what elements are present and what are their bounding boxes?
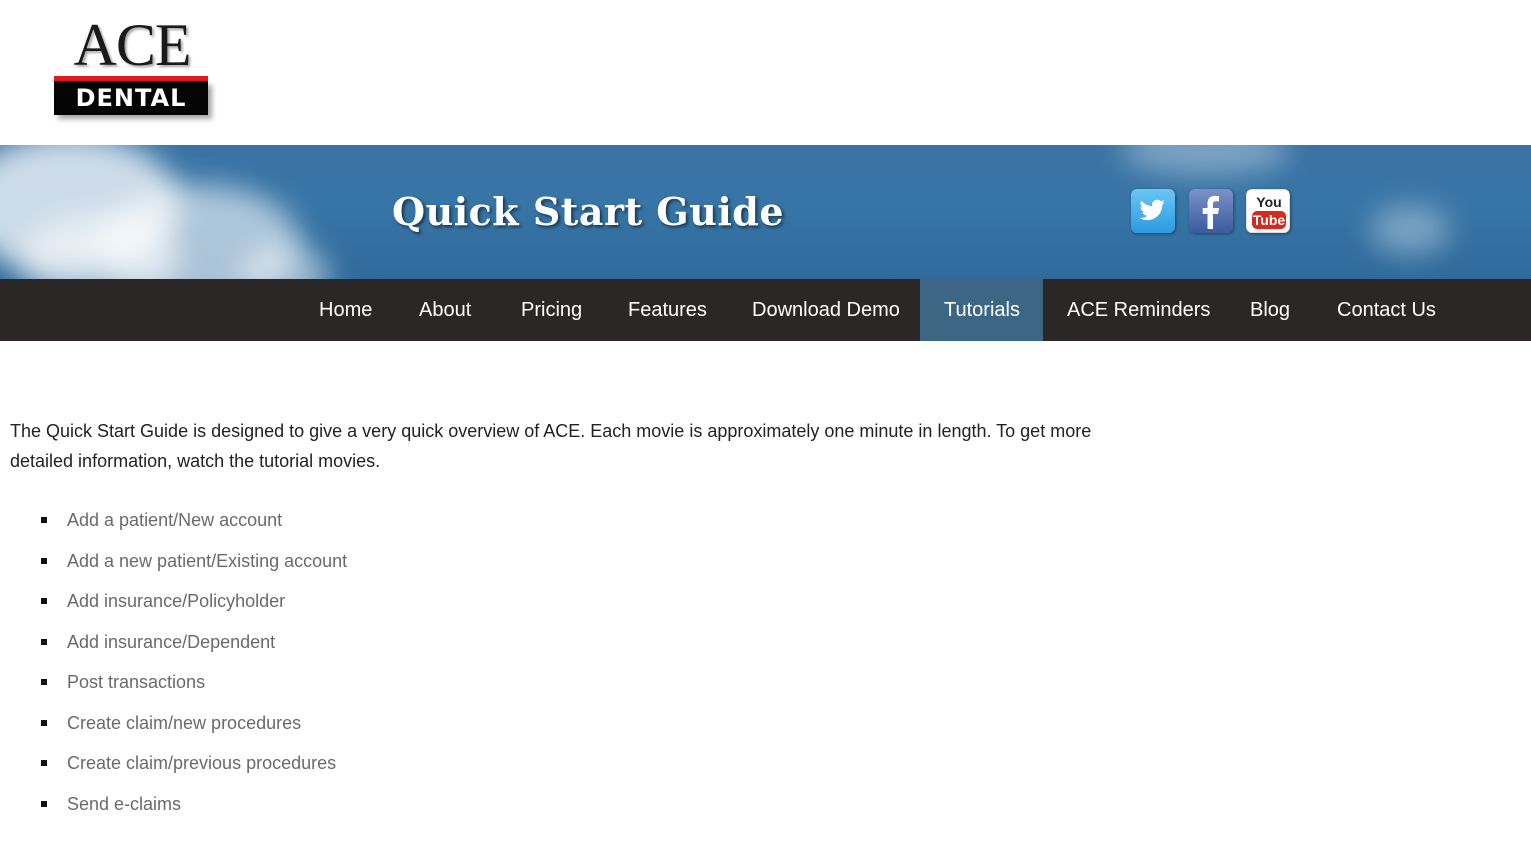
page-title: Quick Start Guide [392, 189, 785, 234]
nav-item-blog[interactable]: Blog [1226, 279, 1314, 341]
bullet-icon [41, 517, 47, 523]
list-item: Add a patient/New account [10, 506, 1110, 547]
guide-link-add-patient-new-account[interactable]: Add a patient/New account [67, 510, 282, 530]
facebook-link[interactable] [1189, 189, 1233, 233]
list-item: Send e-claims [10, 790, 1110, 831]
twitter-link[interactable] [1131, 189, 1175, 233]
bullet-icon [41, 598, 47, 604]
guide-link-post-transactions[interactable]: Post transactions [67, 672, 205, 692]
twitter-icon [1139, 199, 1165, 221]
bullet-icon [41, 557, 47, 564]
ace-dental-logo[interactable]: ACE DENTAL [54, 12, 214, 121]
logo-dental-text: DENTAL [54, 81, 208, 115]
page-banner: Quick Start Guide You Tube [0, 145, 1531, 279]
list-item: Add insurance/Policyholder [10, 587, 1110, 628]
logo-ace-text: ACE [73, 12, 192, 78]
guide-link-add-insurance-policyholder[interactable]: Add insurance/Policyholder [67, 591, 285, 611]
nav-item-pricing[interactable]: Pricing [497, 279, 606, 341]
list-item: Post transactions [10, 668, 1110, 709]
nav-item-about[interactable]: About [395, 279, 495, 341]
list-item: Add a new patient/Existing account [10, 547, 1110, 588]
svg-text:You: You [1256, 194, 1281, 210]
youtube-icon: You Tube [1252, 194, 1286, 229]
bullet-icon [41, 760, 47, 766]
list-item: Add insurance/Dependent [10, 628, 1110, 669]
guide-link-add-insurance-dependent[interactable]: Add insurance/Dependent [67, 632, 275, 652]
bullet-icon [41, 638, 47, 645]
guide-link-create-claim-previous-procedures[interactable]: Create claim/previous procedures [67, 753, 336, 773]
nav-item-download-demo[interactable]: Download Demo [728, 279, 924, 341]
intro-paragraph: The Quick Start Guide is designed to giv… [10, 421, 1092, 471]
facebook-icon [1202, 195, 1219, 229]
main-nav: Home About Pricing Features Download Dem… [0, 279, 1531, 341]
bullet-icon [41, 719, 47, 726]
guide-link-add-new-patient-existing-account[interactable]: Add a new patient/Existing account [67, 551, 347, 571]
svg-text:Tube: Tube [1253, 212, 1286, 228]
nav-item-ace-reminders[interactable]: ACE Reminders [1043, 279, 1234, 341]
list-item: Create claim/new procedures [10, 709, 1110, 750]
guide-link-create-claim-new-procedures[interactable]: Create claim/new procedures [67, 713, 301, 733]
list-item: Create claim/previous procedures [10, 749, 1110, 790]
bullet-icon [41, 679, 47, 685]
bullet-icon [41, 800, 47, 807]
youtube-link[interactable]: You Tube [1246, 189, 1290, 233]
quick-start-list: Add a patient/New account Add a new pati… [10, 506, 1110, 830]
nav-item-features[interactable]: Features [604, 279, 731, 341]
nav-item-tutorials[interactable]: Tutorials [920, 279, 1043, 341]
main-content: The Quick Start Guide is designed to giv… [10, 416, 1110, 830]
nav-item-home[interactable]: Home [295, 279, 396, 341]
nav-item-contact-us[interactable]: Contact Us [1313, 279, 1460, 341]
guide-link-send-e-claims[interactable]: Send e-claims [67, 794, 181, 814]
site-header: ACE DENTAL [0, 0, 1531, 145]
